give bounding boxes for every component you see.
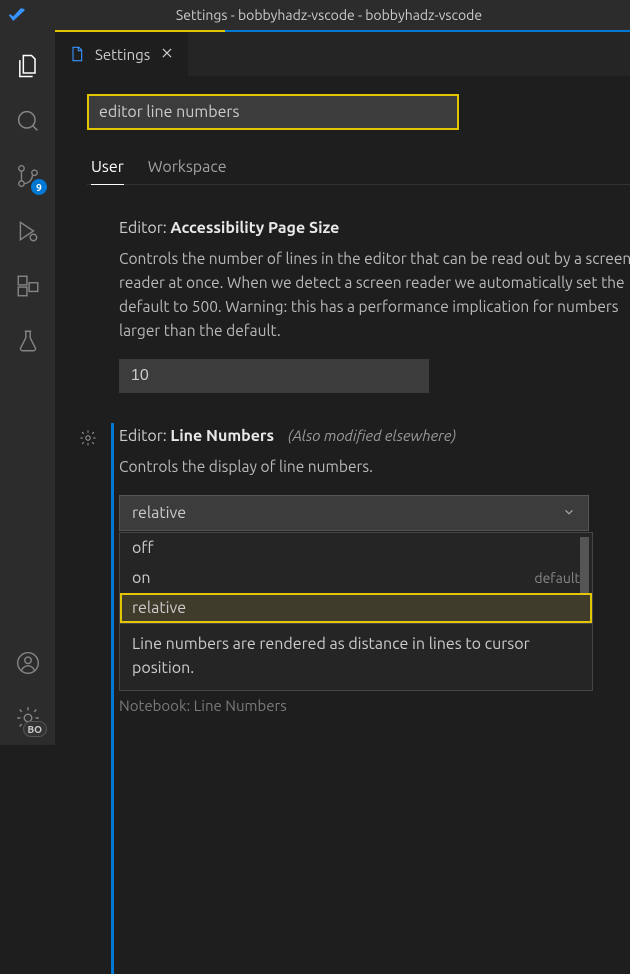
activity-manage[interactable]: BO [0,690,55,745]
activity-accounts[interactable] [0,635,55,690]
activity-explorer[interactable] [0,38,55,93]
run-debug-icon [15,218,41,244]
extensions-icon [15,273,41,299]
titlebar: Settings - bobbyhadz-vscode - bobbyhadz-… [0,0,630,30]
manage-badge: BO [23,721,48,737]
dropdown-option-relative[interactable]: relative [120,593,592,623]
vscode-logo-icon [8,6,26,24]
activity-source-control[interactable]: 9 [0,148,55,203]
window-title: Settings - bobbyhadz-vscode - bobbyhadz-… [36,7,622,23]
scm-badge: 9 [31,179,47,195]
tab-settings[interactable]: Settings [55,32,188,76]
dropdown-scrollbar[interactable] [580,537,589,593]
activity-run-debug[interactable] [0,203,55,258]
close-icon[interactable] [160,46,174,63]
gear-icon[interactable] [79,429,97,450]
chevron-down-icon [562,505,576,522]
setting-prefix: Editor: [119,219,170,237]
scope-tabs: User Workspace [87,158,630,185]
modified-indicator [111,423,114,974]
files-icon [14,52,42,80]
search-icon [14,107,42,135]
scope-workspace-tab[interactable]: Workspace [148,158,227,185]
activity-bar: 9 BO [0,30,55,745]
dropdown-option-off[interactable]: off [120,533,592,563]
activity-testing[interactable] [0,313,55,368]
line-numbers-select[interactable]: relative [119,495,589,531]
default-tag: default [534,570,580,586]
editor-tabs: Settings [55,30,630,76]
activity-search[interactable] [0,93,55,148]
setting-line-numbers: Editor: Line Numbers (Also modified else… [87,427,630,714]
also-modified-label: (Also modified elsewhere) [288,427,456,444]
setting-prefix: Editor: [119,427,170,445]
tab-label: Settings [95,46,150,63]
beaker-icon [15,328,41,354]
select-value: relative [132,504,186,522]
setting-description: Controls the number of lines in the edit… [119,247,630,343]
setting-name: Accessibility Page Size [170,219,339,237]
accessibility-page-size-input[interactable] [119,359,429,393]
file-icon [69,46,85,62]
setting-accessibility-page-size: Editor: Accessibility Page Size Controls… [87,219,630,393]
account-icon [15,650,41,676]
line-numbers-dropdown: off on default relative Line numbers are… [119,532,593,691]
setting-name: Line Numbers [170,427,274,445]
dropdown-option-description: Line numbers are rendered as distance in… [120,623,592,690]
dropdown-option-on[interactable]: on default [120,563,592,593]
settings-search-input[interactable]: editor line numbers [87,94,459,130]
setting-description: Controls the display of line numbers. [119,455,630,479]
setting-notebook-line-numbers-truncated: Notebook: Line Numbers [119,697,630,714]
search-value: editor line numbers [99,103,239,121]
activity-extensions[interactable] [0,258,55,313]
scope-user-tab[interactable]: User [91,158,124,185]
